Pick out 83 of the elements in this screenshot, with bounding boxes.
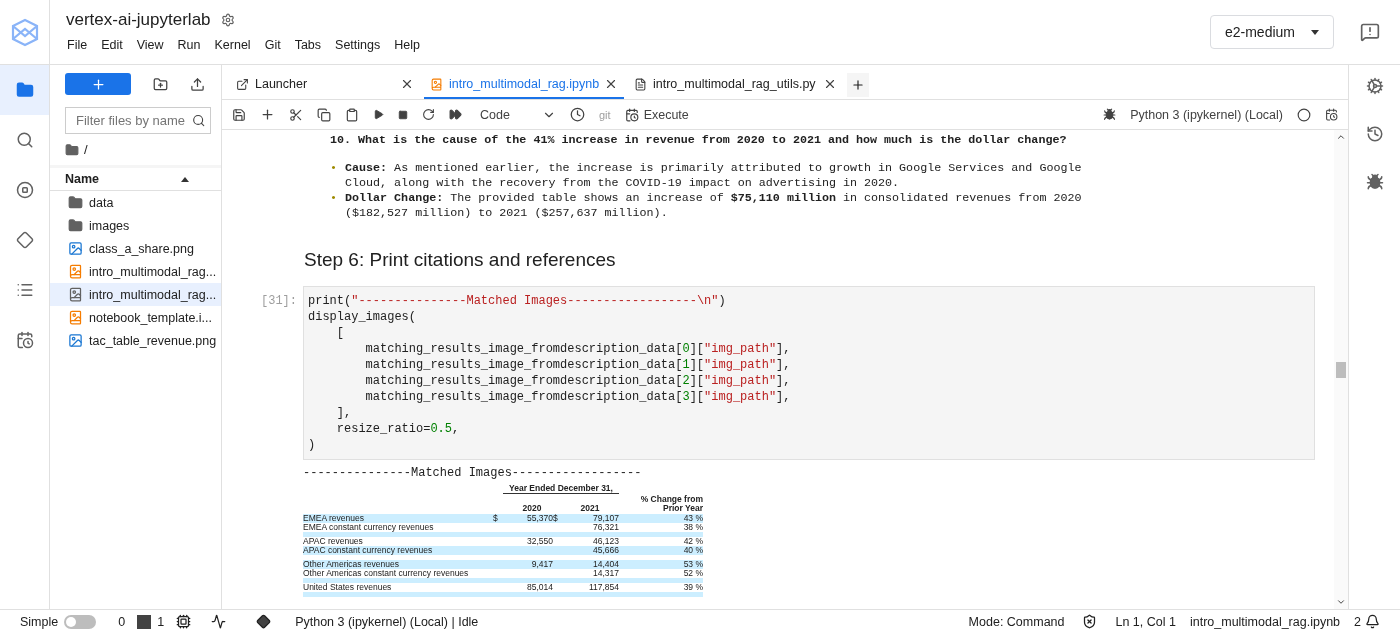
table-cell-text: Other Americas constant currency revenues [303,569,470,578]
browser-entry[interactable]: data [50,191,221,214]
file-name: intro_multimodal_rag... [89,287,217,302]
menu-item[interactable]: Settings [334,38,389,52]
table-cell-text: EMEA constant currency revenues [303,523,435,532]
editor-tab[interactable]: intro_multimodal_rag_utils.py [628,71,843,99]
terminal-count: 0 [118,614,126,629]
filter-field[interactable]: Filter files by name [65,107,211,134]
table-cell-text: EMEA revenues [303,514,365,523]
table-cell-text: 117,854 [587,583,619,592]
menu-item[interactable]: Edit [100,38,131,52]
table-cell-text: APAC revenues [303,537,364,546]
file-path: intro_multimodal_rag.ipynb [1189,614,1341,629]
table-cell-text: 38 % [682,523,703,532]
bullet-marker: • [330,191,337,207]
table-cell-text: 9,417 [530,560,553,569]
table-cell-text: 85,014 [526,583,553,592]
table-cell-text: 43 % [682,514,703,523]
browser-entry[interactable]: intro_multimodal_rag... [50,260,221,283]
notification-count: 2 [1354,614,1361,629]
editor-tab[interactable]: intro_multimodal_rag.ipynb [424,71,624,99]
table-cell-text: $ [553,514,559,523]
kernel-status[interactable]: Python 3 (ipykernel) (Local) | Idle [295,614,479,629]
file-name: images [89,218,130,233]
browser-entry[interactable]: images [50,214,221,237]
table-cell-text: 39 % [682,583,703,592]
code-cell[interactable]: print("---------------Matched Images------------------\n") display_images( [ matching_results_image_fromdescription_data[0]["img_path"], matching_results_image_fromdescription_data[1]["img_path"], matching_results_image_fromdescription_data[2]["img_path"], matching_results_image_fromdescription_data[3]["img_path"], ], resize_ratio=0.5, ) [303,286,1315,460]
table-header: % Change from Prior Year [639,495,703,513]
mode-label: Simple [20,614,59,629]
table-cell-text: 55,370 [526,514,553,523]
file-name: tac_table_revenue.png [89,333,217,348]
table-cell-text: 40 % [682,546,703,555]
breadcrumb-path[interactable]: / [84,142,88,157]
workspace-title: vertex-ai-jupyterlab [66,10,211,30]
table-cell-text: 53 % [682,560,703,569]
menu-item[interactable]: Kernel [213,38,259,52]
menu-item[interactable]: View [135,38,172,52]
table-cell-text: 52 % [682,569,703,578]
name-column-header[interactable]: Name [50,165,221,191]
file-name: notebook_template.i... [89,310,212,325]
file-name: intro_multimodal_rag... [89,264,217,279]
table-cell-text: 76,321 [592,523,619,532]
kernel-name[interactable]: Python 3 (ipykernel) (Local) [1130,107,1283,122]
table-cell-text: 14,317 [592,569,619,578]
menu-item[interactable]: Tabs [293,38,330,52]
bullet-text: Dollar Change: The provided table shows an increase of $75,110 million in consolidated revenues from 2020 ($182,527 million) to 2021 ($257,637 million). [345,191,1083,221]
execute-button[interactable]: Execute [624,107,689,122]
browser-entry[interactable]: intro_multimodal_rag... [50,283,221,306]
menu-item[interactable]: Help [393,38,428,52]
section-heading: Step 6: Print citations and references [304,249,617,271]
table-cell-text: $ [493,514,499,523]
cursor-position[interactable]: Ln 1, Col 1 [1115,614,1176,629]
execution-prompt: [31]: [260,293,298,308]
table-cell-text: 79,107 [592,514,619,523]
bullet-marker: • [330,161,337,177]
table-cell-text: United States revenues [303,583,393,592]
table-cell-text: 46,123 [592,537,619,546]
table-cell-text: 42 % [682,537,703,546]
table-cell-text: 45,666 [592,546,619,555]
machine-type-dropdown[interactable]: e2-medium [1209,15,1334,49]
question-text: 10. What is the cause of the 41% increase in revenue from 2020 to 2021 and how much is the dollar change? [330,133,1068,148]
table-cell-text: Other Americas revenues [303,560,400,569]
browser-entry[interactable]: notebook_template.i... [50,306,221,329]
editor-mode: Mode: Command [968,614,1065,629]
table-cell-text: 14,404 [592,560,619,569]
column-label: Name [65,172,100,186]
kernel-count: 1 [157,614,165,629]
table-header: 2020 [522,504,542,513]
menu-item[interactable]: File [66,38,96,52]
browser-entry[interactable]: tac_table_revenue.png [50,329,221,352]
table-cell-text: 32,550 [526,537,553,546]
file-name: data [89,195,114,210]
output-text: ---------------Matched Images------------------ [302,465,643,480]
table-cell-text: APAC constant currency revenues [303,546,434,555]
browser-entry[interactable]: class_a_share.png [50,237,221,260]
bullet-text: Cause: As mentioned earlier, the increase is primarily attributed to growth in Google Services and Google Cloud, along with the recovery from the COVID-19 impact on advertising in 2020. [345,161,1083,191]
file-name: class_a_share.png [89,241,194,256]
menu-item[interactable]: Git [263,38,289,52]
cell-type-dropdown[interactable]: Code [480,107,556,122]
table-header: Year Ended December 31, [503,484,619,494]
table-header: 2021 [580,504,600,513]
menu-item[interactable]: Run [176,38,209,52]
editor-tab[interactable]: Launcher [230,71,420,99]
